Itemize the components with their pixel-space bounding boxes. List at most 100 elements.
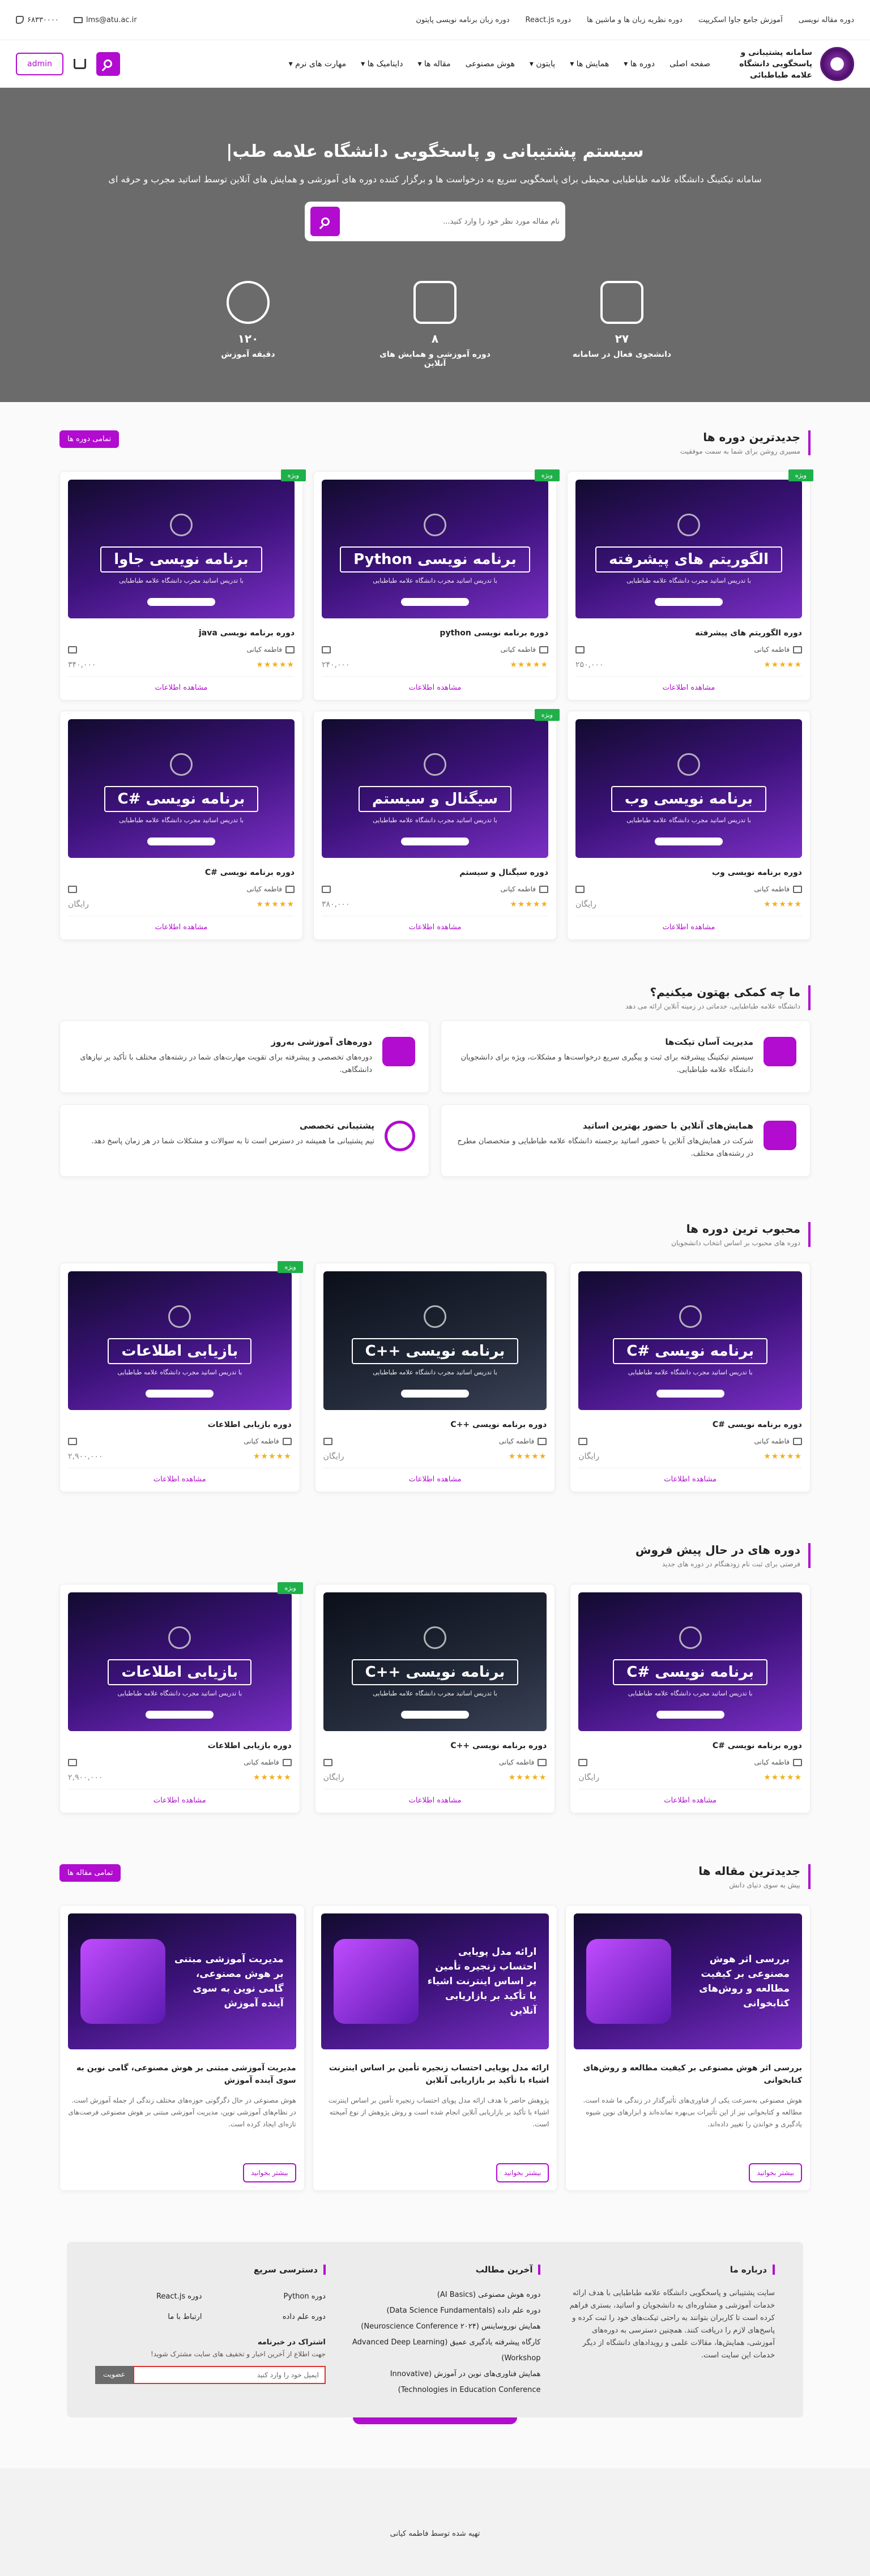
view-details-link[interactable]: مشاهده اطلاعات	[578, 1789, 802, 1805]
course-name[interactable]: دوره سیگنال و سیستم	[322, 868, 548, 877]
footer-link[interactable]: همایش نوروساینس (Neuroscience Conference…	[348, 2319, 540, 2335]
read-more-button[interactable]: بیشتر بخوانید	[243, 2163, 296, 2182]
quick-link[interactable]: دوره علم داده	[219, 2308, 326, 2327]
article-thumbnail[interactable]: مدیریت آموزشی مبتنی بر هوش مصنوعی، گامی …	[68, 1913, 296, 2049]
course-thumbnail[interactable]: برنامه نویسی ++C با تدریس اساتید مجرب دا…	[323, 1271, 547, 1410]
course-name[interactable]: دوره بازیابی اطلاعات	[68, 1420, 292, 1429]
course-card[interactable]: ویژه بازیابی اطلاعات با تدریس اساتید مجر…	[59, 1582, 303, 1813]
hero-search-input[interactable]: نام مقاله مورد نظر خود را وارد کنید...	[443, 217, 560, 226]
course-name[interactable]: دوره برنامه نویسی #C	[578, 1741, 802, 1750]
newsletter-email-input[interactable]: ایمیل خود را وارد کنید	[133, 2366, 326, 2384]
thumbnail-subtitle: با تدریس اساتید مجرب دانشگاه علامه طباطب…	[373, 577, 497, 584]
top-link[interactable]: دوره نظریه زبان ها و ماشین ها	[587, 16, 683, 24]
nav-item-soft-skills[interactable]: مهارت های نرم ▾	[289, 59, 346, 69]
course-card[interactable]: برنامه نویسی #C با تدریس اساتید مجرب دان…	[570, 1263, 811, 1492]
footer-link[interactable]: دوره هوش مصنوعی (AI Basics)	[348, 2287, 541, 2303]
nav-item-articles[interactable]: مقاله ها ▾	[417, 59, 450, 69]
course-thumbnail[interactable]: بازیابی اطلاعات با تدریس اساتید مجرب دان…	[68, 1271, 292, 1410]
article-title[interactable]: مدیریت آموزشی مبتنی بر هوش مصنوعی، گامی …	[68, 2062, 296, 2087]
course-name[interactable]: دوره الگوریتم های پیشرفته	[575, 629, 802, 638]
search-button[interactable]	[96, 52, 120, 76]
view-details-link[interactable]: مشاهده اطلاعات	[578, 1468, 802, 1484]
footer-link[interactable]: کارگاه پیشرفته یادگیری عمیق (Advanced De…	[348, 2335, 540, 2366]
nav-item-conferences[interactable]: همایش ها ▾	[570, 59, 609, 69]
course-thumbnail[interactable]: برنامه نویسی #C با تدریس اساتید مجرب دان…	[68, 719, 295, 858]
course-card[interactable]: ویژه بازیابی اطلاعات با تدریس اساتید مجر…	[59, 1261, 303, 1492]
quick-link[interactable]: ارتباط با ما	[95, 2308, 202, 2327]
article-card[interactable]: مدیریت آموزشی مبتنی بر هوش مصنوعی، گامی …	[59, 1905, 305, 2191]
course-name[interactable]: دوره برنامه نویسی #C	[578, 1420, 802, 1429]
view-details-link[interactable]: مشاهده اطلاعات	[68, 1789, 292, 1805]
top-link[interactable]: آموزش جامع جاوا اسکریپت	[698, 16, 783, 24]
view-details-link[interactable]: مشاهده اطلاعات	[68, 1468, 292, 1484]
course-thumbnail[interactable]: برنامه نویسی #C با تدریس اساتید مجرب دان…	[578, 1592, 802, 1731]
course-name[interactable]: دوره برنامه نویسی python	[322, 629, 548, 638]
students-icon	[68, 1437, 78, 1445]
course-thumbnail[interactable]: برنامه نویسی وب با تدریس اساتید مجرب دان…	[575, 719, 802, 858]
course-thumbnail[interactable]: برنامه نویسی ++C با تدریس اساتید مجرب دا…	[323, 1592, 547, 1731]
top-link[interactable]: دوره React.js	[526, 16, 571, 24]
article-card[interactable]: ارائه مدل پویایی احتساب زنجیره تأمین بر …	[312, 1905, 558, 2191]
view-details-link[interactable]: مشاهده اطلاعات	[575, 676, 802, 692]
course-card[interactable]: برنامه نویسی #C با تدریس اساتید مجرب دان…	[59, 711, 303, 940]
quick-link[interactable]: دوره Python	[219, 2287, 326, 2306]
course-card[interactable]: برنامه نویسی ++C با تدریس اساتید مجرب دا…	[314, 1263, 556, 1492]
cart-icon[interactable]	[73, 58, 86, 69]
phone-number[interactable]: ۶۸۳۳۰۰۰۰	[27, 16, 59, 24]
course-thumbnail[interactable]: برنامه نویسی #C با تدریس اساتید مجرب دان…	[578, 1271, 802, 1410]
emblem-icon	[170, 514, 193, 536]
section-title: ما چه کمکی بهتون میکنیم؟	[650, 985, 800, 999]
hero-search-button[interactable]	[310, 207, 340, 236]
view-details-link[interactable]: مشاهده اطلاعات	[322, 676, 548, 692]
footer-link[interactable]: همایش فناوری‌های نوین در آموزش (Innovati…	[348, 2366, 541, 2398]
view-details-link[interactable]: مشاهده اطلاعات	[323, 1468, 547, 1484]
nav-item-courses[interactable]: دوره ها ▾	[624, 59, 655, 69]
help-grid: مدیریت آسان تیکت‌ها سیستم تیکتینگ پیشرفته…	[59, 1020, 811, 1177]
course-card[interactable]: ویژه برنامه نویسی جاوا با تدریس اساتید م…	[59, 469, 306, 700]
brand[interactable]: سامانه پشتیبانی و پاسخگویی دانشگاه علامه…	[733, 46, 854, 81]
article-title[interactable]: ارائه مدل پویایی احتساب زنجیره تأمین بر …	[321, 2062, 549, 2087]
view-details-link[interactable]: مشاهده اطلاعات	[575, 916, 802, 932]
course-card[interactable]: ویژه الگوریتم های پیشرفته با تدریس اساتی…	[567, 469, 813, 700]
nav-item-ai[interactable]: هوش مصنوعی	[466, 59, 515, 69]
view-details-link[interactable]: مشاهده اطلاعات	[323, 1789, 547, 1805]
course-card[interactable]: برنامه نویسی ++C با تدریس اساتید مجرب دا…	[314, 1584, 556, 1813]
read-more-button[interactable]: بیشتر بخوانید	[749, 2163, 802, 2182]
all-articles-button[interactable]: تمامی مقاله ها	[59, 1864, 121, 1882]
view-details-link[interactable]: مشاهده اطلاعات	[68, 916, 295, 932]
footer-link[interactable]: دوره علم داده (Data Science Fundamentals…	[348, 2303, 541, 2319]
course-card[interactable]: برنامه نویسی وب با تدریس اساتید مجرب دان…	[567, 711, 811, 940]
course-name[interactable]: دوره برنامه نویسی ++C	[323, 1741, 547, 1750]
course-thumbnail[interactable]: برنامه نویسی جاوا با تدریس اساتید مجرب د…	[68, 480, 295, 618]
course-name[interactable]: دوره برنامه نویسی ++C	[323, 1420, 547, 1429]
admin-button[interactable]: admin	[16, 52, 63, 75]
article-thumbnail[interactable]: بررسی اثر هوش مصنوعی بر کیفیت مطالعه و ر…	[574, 1913, 802, 2049]
course-thumbnail[interactable]: الگوریتم های پیشرفته با تدریس اساتید مجر…	[575, 480, 802, 618]
article-thumbnail[interactable]: ارائه مدل پویایی احتساب زنجیره تأمین بر …	[321, 1913, 549, 2049]
hero-search[interactable]: نام مقاله مورد نظر خود را وارد کنید...	[305, 202, 565, 241]
course-name[interactable]: دوره بازیابی اطلاعات	[68, 1741, 292, 1750]
nav-item-home[interactable]: صفحه اصلی	[669, 59, 710, 69]
course-card[interactable]: برنامه نویسی #C با تدریس اساتید مجرب دان…	[570, 1584, 811, 1813]
nav-item-dynamics[interactable]: داینامیک ها ▾	[361, 59, 403, 69]
course-thumbnail[interactable]: برنامه نویسی Python با تدریس اساتید مجرب…	[322, 480, 548, 618]
course-thumbnail[interactable]: بازیابی اطلاعات با تدریس اساتید مجرب دان…	[68, 1592, 292, 1731]
top-link[interactable]: دوره زبان برنامه نویسی پایتون	[416, 16, 509, 24]
article-title[interactable]: بررسی اثر هوش مصنوعی بر کیفیت مطالعه و ر…	[574, 2062, 802, 2087]
all-courses-button[interactable]: تمامی دوره ها	[59, 430, 120, 448]
subscribe-button[interactable]: عضویت	[95, 2366, 133, 2384]
view-details-link[interactable]: مشاهده اطلاعات	[322, 916, 548, 932]
course-card[interactable]: ویژه سیگنال و سیستم با تدریس اساتید مجرب…	[313, 709, 560, 940]
top-link[interactable]: دوره مقاله نویسی	[799, 16, 854, 24]
email-address[interactable]: lms@atu.ac.ir	[86, 16, 137, 24]
read-more-button[interactable]: بیشتر بخوانید	[496, 2163, 549, 2182]
course-name[interactable]: دوره برنامه نویسی #C	[68, 868, 295, 877]
course-name[interactable]: دوره برنامه نویسی وب	[575, 868, 802, 877]
course-name[interactable]: دوره برنامه نویسی java	[68, 629, 295, 638]
course-thumbnail[interactable]: سیگنال و سیستم با تدریس اساتید مجرب دانش…	[322, 719, 548, 858]
view-details-link[interactable]: مشاهده اطلاعات	[68, 676, 295, 692]
article-card[interactable]: بررسی اثر هوش مصنوعی بر کیفیت مطالعه و ر…	[565, 1905, 811, 2191]
quick-link[interactable]: دوره React.js	[95, 2287, 202, 2306]
course-card[interactable]: ویژه برنامه نویسی Python با تدریس اساتید…	[313, 469, 560, 700]
nav-item-python[interactable]: پایتون ▾	[530, 59, 555, 69]
